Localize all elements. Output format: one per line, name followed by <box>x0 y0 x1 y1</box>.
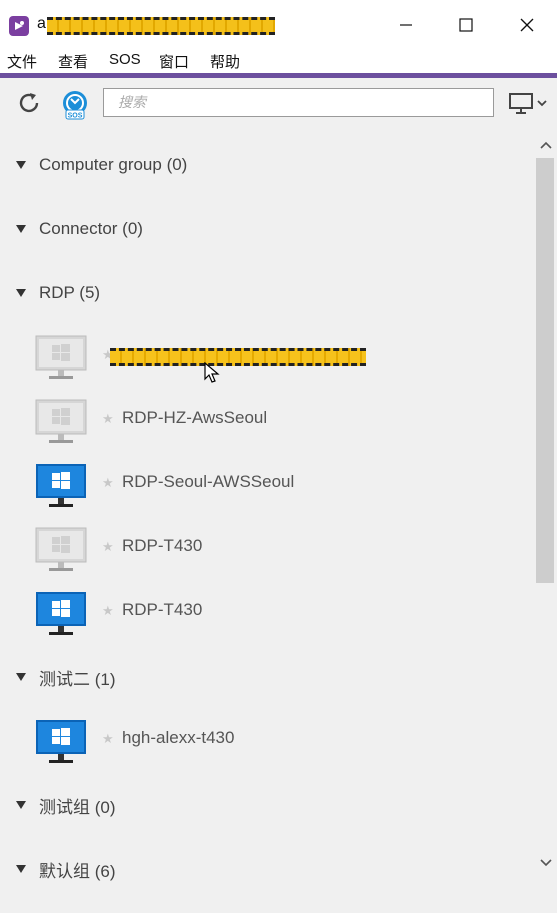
windows-monitor-online-icon <box>36 720 86 763</box>
group-label: RDP (5) <box>39 283 101 302</box>
favorite-star-icon[interactable]: ★ <box>102 539 114 555</box>
close-button[interactable] <box>510 10 544 40</box>
redacted-device-name <box>110 348 366 366</box>
group-label: 测试二 (1) <box>39 669 116 689</box>
scroll-down-button[interactable] <box>539 856 553 870</box>
menu-sos[interactable]: SOS <box>109 51 141 68</box>
group-rdp[interactable]: RDP (5) <box>16 281 100 305</box>
mouse-cursor-icon <box>204 362 220 383</box>
sos-button[interactable]: SOS <box>61 90 89 125</box>
favorite-star-icon[interactable]: ★ <box>102 731 114 747</box>
windows-monitor-offline-icon <box>35 527 87 571</box>
view-mode-button[interactable] <box>509 92 549 121</box>
favorite-star-icon[interactable]: ★ <box>102 475 114 491</box>
device-name: RDP-HZ-AwsSeoul <box>122 408 268 427</box>
expand-triangle-icon[interactable] <box>16 161 26 169</box>
scroll-up-button[interactable] <box>539 138 553 152</box>
group-label: 默认组 (6) <box>39 861 116 881</box>
expand-triangle-icon[interactable] <box>16 225 26 233</box>
menu-view[interactable]: 查看 <box>58 51 88 72</box>
windows-monitor-offline-icon <box>35 399 87 443</box>
group-default[interactable]: 默认组 (6) <box>16 857 116 881</box>
favorite-star-icon[interactable]: ★ <box>102 603 114 619</box>
maximize-icon <box>459 18 473 32</box>
windows-monitor-online-icon <box>36 592 86 635</box>
toolbar: SOS 搜索 <box>0 78 557 130</box>
device-item[interactable]: ★ RDP-T430 <box>34 525 534 575</box>
device-item[interactable]: ★ RDP-HZ-AwsSeoul <box>34 397 534 447</box>
group-label: 测试组 (0) <box>39 797 116 817</box>
device-name: RDP-Seoul-AWSSeoul <box>122 472 295 491</box>
device-name: RDP-T430 <box>122 600 203 619</box>
scrollbar-thumb[interactable] <box>536 158 554 583</box>
search-input[interactable]: 搜索 <box>103 88 494 117</box>
group-label: Computer group (0) <box>39 155 188 174</box>
close-icon <box>520 18 534 32</box>
sos-icon: SOS <box>63 91 87 120</box>
maximize-button[interactable] <box>449 10 483 40</box>
menu-help[interactable]: 帮助 <box>210 51 240 72</box>
expand-triangle-icon[interactable] <box>16 801 26 809</box>
menu-file[interactable]: 文件 <box>7 51 37 72</box>
group-label: Connector (0) <box>39 219 143 238</box>
device-list: Computer group (0) Connector (0) RDP (5)… <box>0 130 530 913</box>
group-test-group[interactable]: 测试组 (0) <box>16 793 116 817</box>
window-title: a <box>37 15 46 32</box>
favorite-star-icon[interactable]: ★ <box>102 411 114 427</box>
device-item[interactable]: ★ hgh-alexx-t430 <box>34 717 534 767</box>
group-connector[interactable]: Connector (0) <box>16 217 143 241</box>
menu-window[interactable]: 窗口 <box>159 51 189 72</box>
expand-triangle-icon[interactable] <box>16 865 26 873</box>
device-name: RDP-T430 <box>122 536 203 555</box>
chevron-down-icon <box>540 859 552 867</box>
svg-text:SOS: SOS <box>68 113 83 120</box>
title-bar: a <box>0 0 557 48</box>
device-item[interactable]: ★ <box>34 333 534 383</box>
expand-triangle-icon[interactable] <box>16 673 26 681</box>
windows-monitor-online-icon <box>36 464 86 507</box>
menu-bar: 文件 查看 SOS 窗口 帮助 <box>0 48 557 73</box>
refresh-icon <box>19 93 39 113</box>
expand-triangle-icon[interactable] <box>16 289 26 297</box>
minimize-button[interactable] <box>389 10 423 40</box>
device-item[interactable]: ★ RDP-T430 <box>34 589 534 639</box>
redacted-title <box>47 17 275 35</box>
chevron-up-icon <box>540 141 552 149</box>
minimize-icon <box>400 24 412 26</box>
windows-monitor-offline-icon <box>35 335 87 379</box>
device-name: hgh-alexx-t430 <box>122 728 235 747</box>
vertical-scrollbar[interactable] <box>535 130 557 913</box>
group-test-two[interactable]: 测试二 (1) <box>16 665 116 689</box>
group-computer-group[interactable]: Computer group (0) <box>16 153 187 177</box>
app-logo-icon <box>9 16 29 36</box>
monitor-dropdown-icon <box>509 93 547 114</box>
device-item[interactable]: ★ RDP-Seoul-AWSSeoul <box>34 461 534 511</box>
refresh-button[interactable] <box>16 90 42 121</box>
